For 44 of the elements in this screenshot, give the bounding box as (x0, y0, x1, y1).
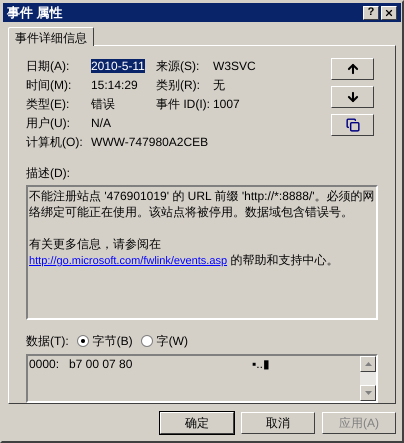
data-offset: 0000: (29, 356, 60, 372)
field-label: 计算机(O): (26, 134, 84, 150)
field-label: 来源(S): (156, 58, 200, 74)
previous-button[interactable] (331, 58, 374, 80)
help-button[interactable]: ? (363, 6, 379, 20)
field-label: 用户(U): (26, 115, 71, 131)
close-icon (384, 8, 394, 18)
description-label: 描述(D): (26, 165, 71, 182)
field-value: 无 (213, 78, 225, 92)
radio-button[interactable] (140, 335, 153, 347)
scroll-down-icon (364, 391, 372, 395)
dialog-button[interactable]: 取消 (241, 412, 315, 434)
field-label: 类型(E): (26, 96, 70, 112)
up-arrow-icon (346, 62, 360, 76)
field-label: 事件 ID(I): (156, 96, 211, 112)
radio-option[interactable]: 字(W) (140, 332, 188, 350)
field-value: N/A (91, 116, 112, 130)
data-ascii: ▪..▮ (252, 356, 270, 372)
down-arrow-icon (346, 90, 360, 104)
data-label: 数据(T): (26, 333, 69, 350)
copy-button[interactable] (331, 114, 374, 136)
field-value: 2010-5-11 (91, 59, 145, 73)
field-value: 15:14:29 (91, 78, 138, 92)
scroll-up-icon (364, 362, 372, 366)
radio-button[interactable] (76, 335, 89, 347)
field-value: WWW-747980A2CEB (91, 135, 208, 149)
description-text: 有关更多信息，请参阅在 http://go.microsoft.com/fwlink/events.asp 的帮助和支持中心。 (29, 236, 340, 269)
help-link[interactable]: http://go.microsoft.com/fwlink/events.asp (29, 255, 228, 267)
field-value: 1007 (213, 97, 240, 111)
field-label: 日期(A): (26, 58, 70, 74)
tab[interactable]: 事件详细信息 (8, 27, 94, 46)
scrollbar[interactable] (360, 356, 376, 401)
data-bytes: b7 00 07 80 (69, 356, 134, 372)
field-value: 错误 (91, 97, 115, 111)
field-value: W3SVC (213, 59, 256, 73)
next-button[interactable] (331, 86, 374, 108)
copy-icon (346, 118, 360, 132)
description-text: 不能注册站点 '476901019' 的 URL 前缀 'http://*:8888/'。必须的网络绑定可能正在使用。该站点将被停用。数据域包含错误号。 (29, 188, 375, 220)
close-button[interactable] (381, 6, 397, 20)
field-label: 类别(R): (156, 77, 201, 93)
dialog-button[interactable]: 确定 (160, 412, 234, 434)
window-title: 事件 属性 (7, 4, 64, 22)
field-label: 时间(M): (26, 77, 72, 93)
radio-option[interactable]: 字节(B) (76, 332, 133, 350)
